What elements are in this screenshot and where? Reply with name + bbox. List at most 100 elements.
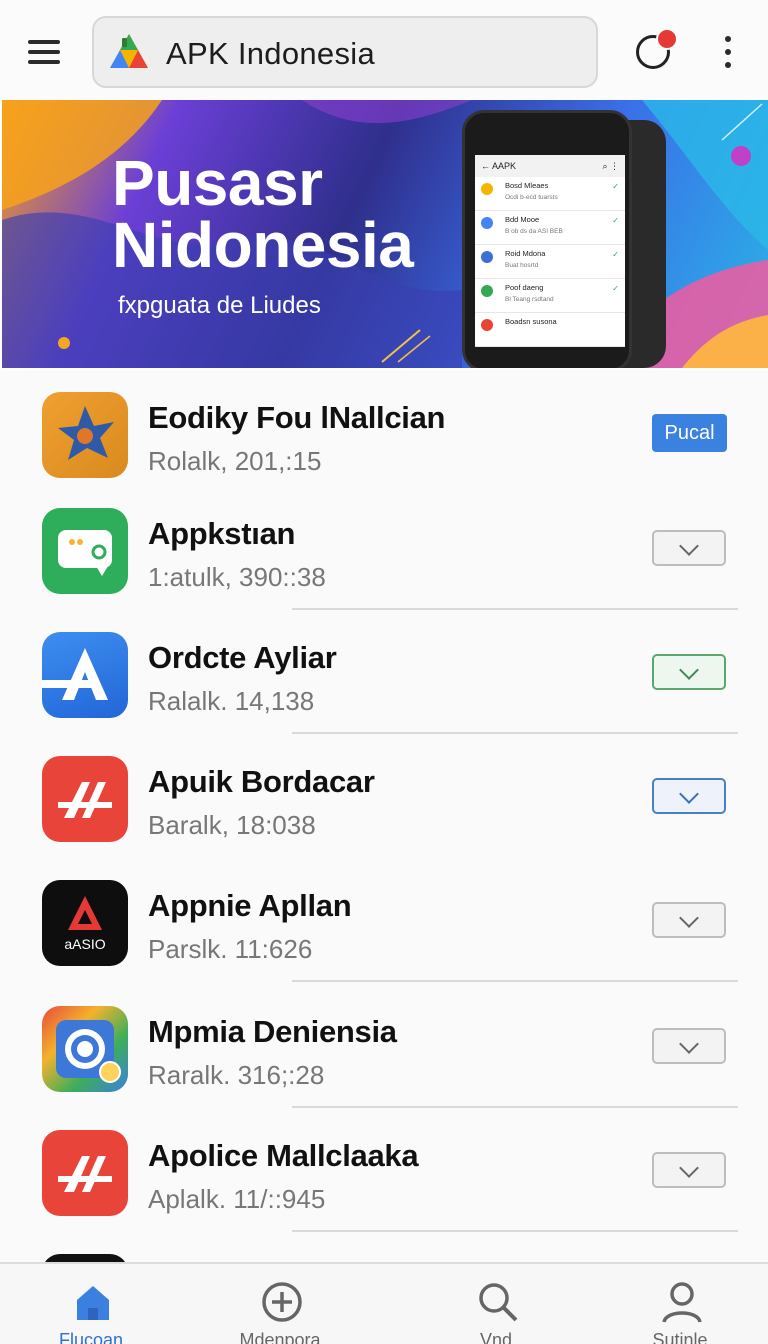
app-name: Apolice Mallclaaka <box>148 1138 419 1173</box>
phone-back-arrow-icon: ← <box>481 161 490 171</box>
phone-row-sub: B ob ds da ASI BEB <box>505 228 563 235</box>
phone-app-icon <box>481 285 493 297</box>
notification-badge <box>656 28 678 50</box>
app-name: Apuik Bordacar <box>148 764 375 799</box>
chevron-down-icon <box>679 1034 699 1054</box>
app-name: Appnie Apllan <box>148 888 352 923</box>
app-meta: Parslk. 11:626 <box>148 934 313 964</box>
phone-screen-icons: ⌕ ⋮ <box>602 161 619 171</box>
list-item[interactable]: Apuik Bordacar Baralk, 18:038 <box>0 734 768 858</box>
app-brand-title: APK Indonesia <box>166 36 375 71</box>
nav-item-profile[interactable]: Sutinle <box>605 1264 755 1344</box>
phone-row-title: Bosd Mleaes <box>505 181 549 190</box>
nav-item-home[interactable]: Flucoan <box>16 1264 166 1344</box>
nav-label: Flucoan <box>58 1330 124 1344</box>
phone-app-icon <box>481 251 493 263</box>
list-item[interactable]: Ordcte Ayliar Ralalk. 14,138 <box>0 610 768 734</box>
chevron-down-icon <box>679 536 699 556</box>
profile-icon <box>662 1282 702 1323</box>
app-name: Eodiky Fou lNallcian <box>148 400 446 435</box>
app-meta: 1:atulk, 390::38 <box>148 562 326 592</box>
phone-row-sub: Ocdi b-ecd tuarsts <box>505 194 558 201</box>
notification-button[interactable] <box>634 28 678 72</box>
chevron-down-icon <box>679 784 699 804</box>
nav-label: Mdenpora <box>239 1330 321 1344</box>
overflow-menu-icon[interactable] <box>716 34 740 70</box>
phone-list-row: Poof daeng Bl Teang rsdtand ✓ <box>475 279 625 313</box>
phone-row-title: Poof daeng <box>505 283 544 292</box>
app-icon-letter-a <box>42 756 128 842</box>
phone-app-icon <box>481 183 493 195</box>
app-icon-letter-a <box>42 632 128 718</box>
banner-title: Pusasr Nidonesia <box>112 147 414 281</box>
app-icon <box>42 1254 128 1262</box>
banner-subtitle: fxpguata de Liudes <box>118 292 321 319</box>
apk-logo-icon <box>110 34 148 68</box>
phone-list-row: Boadsn susona <box>475 313 625 347</box>
nav-label: Vnd <box>479 1330 513 1344</box>
list-item[interactable]: Apolice Mallclaaka Aplalk. 11/::945 <box>0 1108 768 1232</box>
phone-list-row: Roid Mdona Buat hosrtd ✓ <box>475 245 625 279</box>
check-icon: ✓ <box>612 182 619 191</box>
phone-screen-title: AAPK <box>492 161 517 171</box>
search-icon <box>479 1283 518 1322</box>
phone-screen: ← AAPK ⌕ ⋮ Bosd Mleaes Ocdi b-ecd tuarst… <box>475 155 625 347</box>
app-icon-letter-a <box>42 1130 128 1216</box>
chevron-down-icon <box>679 660 699 680</box>
phone-row-title: Boadsn susona <box>505 317 557 326</box>
home-icon <box>77 1286 109 1320</box>
app-icon-asio: aASIO <box>42 880 128 966</box>
app-icon-camera <box>42 1006 128 1092</box>
phone-app-icon <box>481 217 493 229</box>
phone-illustration: ← AAPK ⌕ ⋮ Bosd Mleaes Ocdi b-ecd tuarst… <box>462 110 632 368</box>
app-icon-label: aASIO <box>64 936 106 952</box>
divider <box>292 980 738 982</box>
phone-row-title: Roid Mdona <box>505 249 546 258</box>
hamburger-menu-icon[interactable] <box>24 34 66 70</box>
phone-list-row: Bosd Mleaes Ocdi b-ecd tuarsts ✓ <box>475 177 625 211</box>
phone-row-sub: Buat hosrtd <box>505 262 539 269</box>
list-item[interactable]: Eodiky Fou lNallcian Rolalk, 201,:15 Puc… <box>0 370 768 494</box>
expand-button[interactable] <box>652 778 726 814</box>
app-icon-chat <box>42 508 128 594</box>
list-item[interactable] <box>0 1232 768 1262</box>
expand-button[interactable] <box>652 1028 726 1064</box>
phone-screen-appbar: ← AAPK ⌕ ⋮ <box>475 155 625 177</box>
app-meta: Raralk. 316;:28 <box>148 1060 325 1090</box>
top-app-bar: APK Indonesia <box>0 0 768 100</box>
app-meta: Ralalk. 14,138 <box>148 686 315 716</box>
check-icon: ✓ <box>612 284 619 293</box>
app-name: Mpmia Deniensia <box>148 1014 397 1049</box>
app-meta: Rolalk, 201,:15 <box>148 446 322 476</box>
banner-title-line2: Nidonesia <box>112 209 414 281</box>
list-item[interactable]: aASIO Appnie Apllan Parslk. 11:626 <box>0 858 768 982</box>
app-name: Ordcte Ayliar <box>148 640 337 675</box>
nav-item-search[interactable]: Vnd <box>421 1264 571 1344</box>
check-icon: ✓ <box>612 216 619 225</box>
app-meta: Baralk, 18:038 <box>148 810 316 840</box>
nav-item-add[interactable]: Mdenpora <box>205 1264 355 1344</box>
app-icon-star <box>42 392 128 478</box>
phone-app-icon <box>481 319 493 331</box>
install-button[interactable]: Pucal <box>652 414 727 452</box>
add-circle-icon <box>262 1282 302 1322</box>
list-item[interactable]: Mpmia Deniensia Raralk. 316;:28 <box>0 984 768 1108</box>
expand-button[interactable] <box>652 654 726 690</box>
banner-title-line1: Pusasr <box>112 147 323 219</box>
promo-banner[interactable]: Pusasr Nidonesia fxpguata de Liudes ← AA… <box>2 100 768 368</box>
phone-list-row: Bdd Mooe B ob ds da ASI BEB ✓ <box>475 211 625 245</box>
search-bar[interactable]: APK Indonesia <box>92 16 598 88</box>
expand-button[interactable] <box>652 902 726 938</box>
app-meta: Aplalk. 11/::945 <box>148 1184 326 1214</box>
app-list: Eodiky Fou lNallcian Rolalk, 201,:15 Puc… <box>0 370 768 1262</box>
check-icon: ✓ <box>612 250 619 259</box>
list-item[interactable]: Appkstıan 1:atulk, 390::38 <box>0 486 768 610</box>
phone-row-sub: Bl Teang rsdtand <box>505 296 554 303</box>
chevron-down-icon <box>679 1158 699 1178</box>
bottom-navigation: Flucoan Mdenpora Vnd Sutinle <box>0 1262 768 1344</box>
expand-button[interactable] <box>652 1152 726 1188</box>
chevron-down-icon <box>679 908 699 928</box>
phone-row-title: Bdd Mooe <box>505 215 540 224</box>
expand-button[interactable] <box>652 530 726 566</box>
nav-label: Sutinle <box>652 1330 708 1344</box>
